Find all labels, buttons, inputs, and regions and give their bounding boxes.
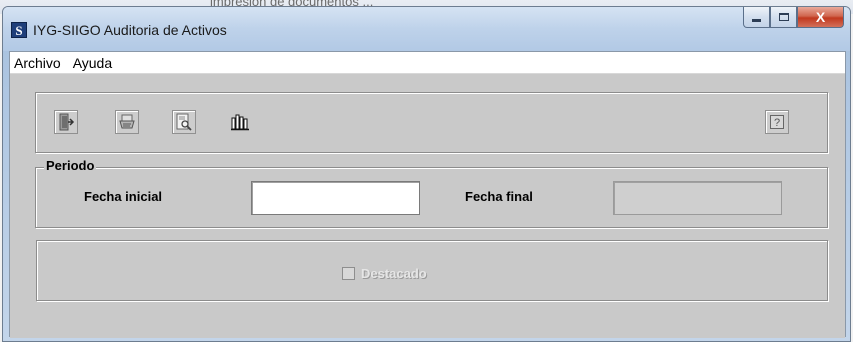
- periodo-label: Periodo: [44, 158, 97, 173]
- toolbar-panel: ?: [35, 92, 828, 153]
- periodo-group: Periodo Fecha inicial Fecha final: [35, 158, 828, 228]
- fecha-final-input: [613, 181, 782, 215]
- menu-ayuda[interactable]: Ayuda: [73, 55, 112, 71]
- close-button[interactable]: X: [797, 7, 844, 28]
- app-logo-icon[interactable]: S: [11, 22, 27, 38]
- destacado-checkbox: [342, 267, 355, 280]
- fecha-final-label: Fecha final: [465, 189, 533, 204]
- menu-archivo[interactable]: Archivo: [14, 55, 61, 71]
- options-panel: Destacado: [36, 240, 828, 301]
- fecha-inicial-label: Fecha inicial: [84, 189, 163, 204]
- caption-buttons: X: [743, 7, 844, 29]
- menu-bar: Archivo Ayuda: [10, 52, 845, 74]
- close-icon: X: [815, 9, 826, 25]
- help-button[interactable]: ?: [765, 110, 789, 134]
- app-window: S IYG-SIIGO Auditoria de Activos X Archi…: [2, 6, 851, 342]
- report-button[interactable]: [228, 110, 252, 134]
- bar-chart-icon: [231, 114, 249, 131]
- maximize-icon: [778, 13, 789, 21]
- destacado-checkbox-wrap: Destacado: [342, 266, 427, 281]
- form-body: ? Periodo Fecha inicial Fecha final Dest…: [10, 74, 845, 338]
- exit-button[interactable]: [54, 110, 78, 134]
- window-title: IYG-SIIGO Auditoria de Activos: [33, 22, 227, 38]
- preview-button[interactable]: [172, 110, 196, 134]
- client-area: Archivo Ayuda ? Periodo Fecha inicial Fe…: [9, 51, 846, 338]
- title-bar[interactable]: S IYG-SIIGO Auditoria de Activos X: [3, 7, 850, 51]
- print-preview-icon: [176, 113, 192, 131]
- minimize-icon: [752, 18, 761, 22]
- exit-door-icon: [59, 113, 75, 131]
- svg-text:?: ?: [774, 117, 780, 129]
- maximize-button[interactable]: [770, 7, 797, 28]
- print-button[interactable]: [115, 110, 139, 134]
- minimize-button[interactable]: [743, 7, 770, 28]
- destacado-label: Destacado: [361, 266, 427, 281]
- help-icon: ?: [770, 115, 784, 129]
- fecha-inicial-input[interactable]: [251, 181, 420, 215]
- printer-icon: [119, 114, 135, 129]
